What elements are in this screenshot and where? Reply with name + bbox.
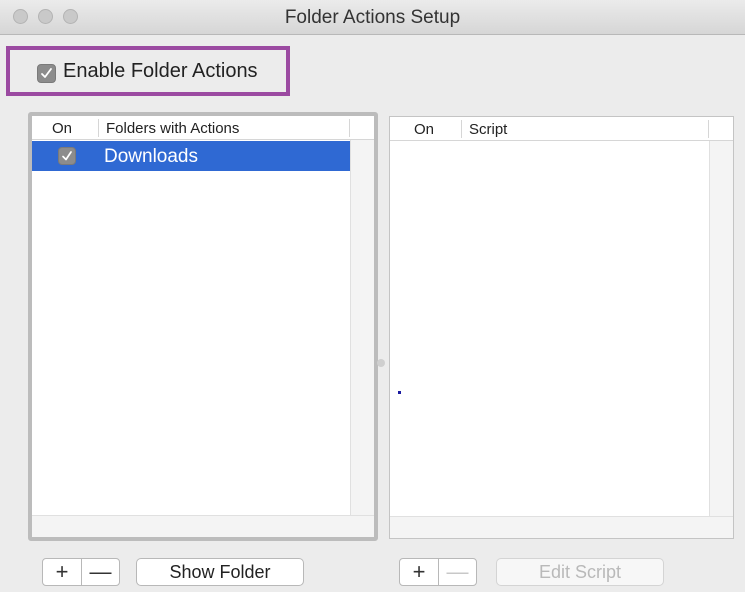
table-row-downloads[interactable]: Downloads [32,141,350,171]
show-folder-button[interactable]: Show Folder [136,558,304,586]
split-view-divider-handle[interactable] [377,359,385,367]
vertical-scrollbar[interactable] [350,140,374,519]
remove-script-button[interactable]: — [438,559,476,585]
remove-folder-button[interactable]: — [81,559,119,585]
folder-name: Downloads [104,146,198,167]
checkmark-icon [62,151,72,161]
enable-folder-actions-checkbox[interactable] [37,64,56,83]
column-header-on[interactable]: On [52,120,72,137]
script-add-remove-group: + — [399,558,477,586]
add-folder-button[interactable]: + [43,559,81,585]
add-script-button[interactable]: + [400,559,438,585]
enable-folder-actions-highlight: Enable Folder Actions [6,46,290,96]
folder-enabled-checkbox[interactable] [58,147,76,165]
folders-table-header: On Folders with Actions [32,116,374,140]
vertical-scrollbar[interactable] [709,141,733,516]
scripts-table[interactable]: On Script [389,116,734,539]
column-header-script[interactable]: Script [469,121,507,138]
horizontal-scrollbar[interactable] [390,516,733,538]
window-title: Folder Actions Setup [284,7,461,28]
checkmark-icon [41,68,52,78]
title-bar: Folder Actions Setup [0,0,745,35]
horizontal-scrollbar[interactable] [32,515,374,537]
scripts-table-header: On Script [390,117,733,141]
column-header-folders-with-actions[interactable]: Folders with Actions [106,120,239,137]
folders-table[interactable]: On Folders with Actions Downloads [28,112,378,541]
folder-add-remove-group: + — [42,558,120,586]
column-header-on[interactable]: On [414,121,434,138]
cursor-mark [398,391,401,394]
edit-script-button[interactable]: Edit Script [496,558,664,586]
enable-folder-actions-label[interactable]: Enable Folder Actions [63,60,258,83]
